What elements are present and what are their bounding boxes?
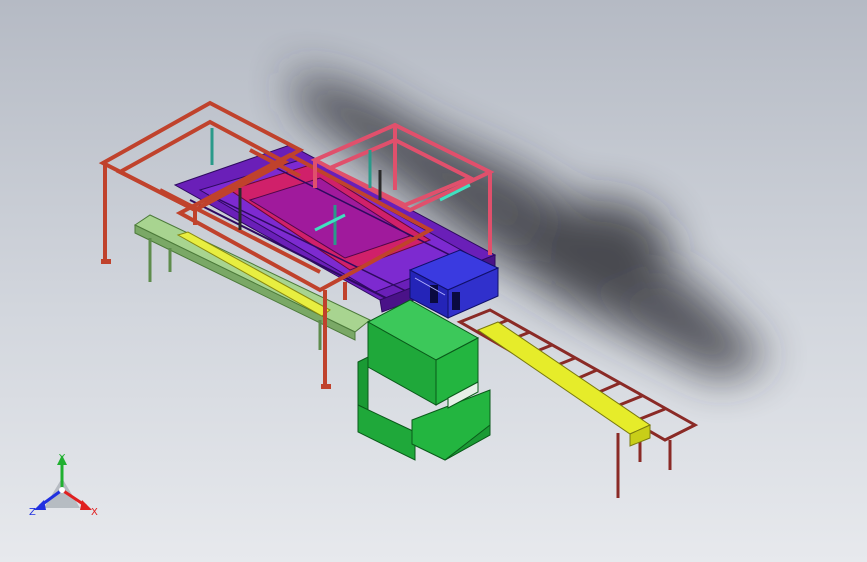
triad-y-label: Y [58, 453, 66, 464]
triad-z-label: Z [29, 507, 36, 518]
cutting-machine[interactable] [357, 299, 491, 461]
3d-viewport[interactable]: Y X Z [0, 0, 867, 562]
model-canvas[interactable]: Y X Z [0, 0, 867, 562]
triad-x-label: X [91, 507, 98, 518]
view-triad[interactable]: Y X Z [29, 453, 98, 518]
